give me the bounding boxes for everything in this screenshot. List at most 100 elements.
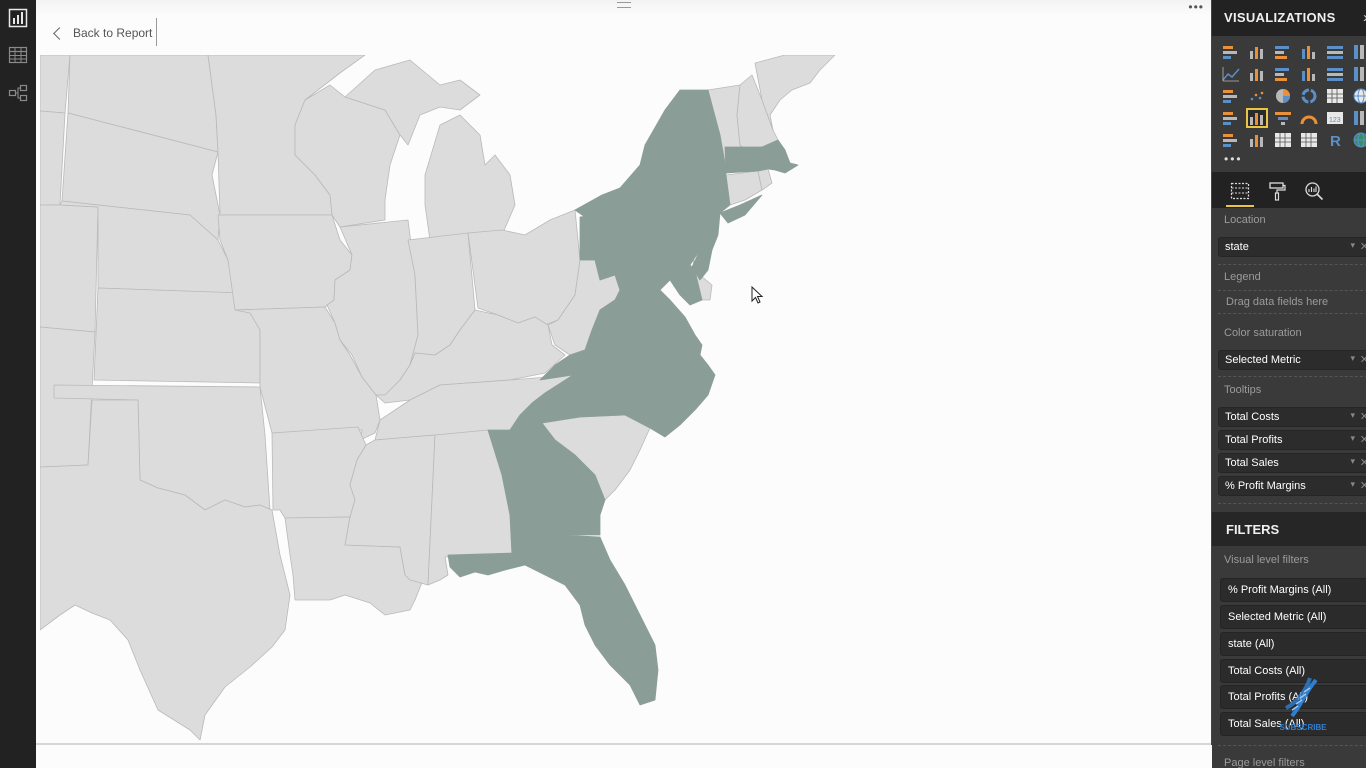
filter-card[interactable]: Selected Metric (All) — [1220, 605, 1366, 629]
card-icon[interactable]: 123 — [1325, 109, 1345, 127]
gauge-icon[interactable] — [1299, 109, 1319, 127]
filter-card[interactable]: % Profit Margins (All) — [1220, 578, 1366, 602]
stacked-bar-chart-icon[interactable] — [1221, 43, 1241, 61]
filter-card-label: state (All) — [1228, 638, 1275, 650]
dropdown-icon[interactable]: ▾ — [1350, 240, 1355, 251]
remove-field-icon[interactable]: ✕ — [1360, 479, 1366, 492]
remove-field-icon[interactable]: ✕ — [1360, 410, 1366, 423]
legend-drop-zone[interactable]: Drag data fields here — [1218, 290, 1366, 314]
filter-card[interactable]: Total Sales (All) — [1220, 712, 1366, 736]
state-wyoming[interactable] — [40, 110, 66, 206]
kpi-icon[interactable] — [1221, 131, 1241, 149]
100-stacked-bar-chart-icon-glyph — [1327, 46, 1343, 59]
line-and-clustered-column-icon[interactable] — [1325, 65, 1345, 83]
100-stacked-column-chart-icon[interactable] — [1351, 43, 1366, 61]
remove-field-icon[interactable]: ✕ — [1360, 456, 1366, 469]
remove-field-icon[interactable]: ✕ — [1360, 240, 1366, 253]
donut-chart-icon-glyph — [1301, 88, 1317, 104]
multi-row-card-icon[interactable] — [1351, 109, 1366, 127]
waterfall-chart-icon[interactable] — [1221, 87, 1241, 105]
filled-map-visual[interactable] — [40, 55, 1212, 745]
fields-tab[interactable] — [1226, 178, 1254, 207]
stacked-area-chart-icon[interactable] — [1273, 65, 1293, 83]
filter-card[interactable]: Total Profits (All) — [1220, 685, 1366, 709]
location-field-well[interactable]: state ▾ ✕ — [1218, 237, 1366, 257]
state-colorado[interactable] — [40, 204, 99, 333]
clustered-column-chart-icon-glyph — [1302, 46, 1315, 59]
funnel-icon[interactable] — [1273, 109, 1293, 127]
visual-level-filters-label: Visual level filters — [1224, 554, 1309, 566]
back-to-report-button[interactable]: Back to Report — [52, 22, 152, 44]
filled-map-icon-glyph — [1223, 112, 1237, 125]
state-michigan[interactable] — [424, 114, 516, 241]
shape-map-icon[interactable] — [1246, 108, 1268, 128]
clustered-bar-chart-icon[interactable] — [1273, 43, 1293, 61]
donut-chart-icon[interactable] — [1299, 87, 1319, 105]
filled-map-icon[interactable] — [1221, 109, 1241, 127]
area-chart-icon[interactable] — [1247, 65, 1267, 83]
svg-text:R: R — [1330, 133, 1341, 149]
table-icon[interactable] — [1273, 131, 1293, 149]
matrix-icon[interactable] — [1299, 131, 1319, 149]
line-and-stacked-column-icon[interactable] — [1299, 65, 1319, 83]
state-new-york[interactable] — [574, 89, 731, 218]
remove-field-icon[interactable]: ✕ — [1360, 433, 1366, 446]
more-options-button[interactable]: ••• — [1188, 0, 1204, 14]
clustered-column-chart-icon[interactable] — [1299, 43, 1319, 61]
dropdown-icon[interactable]: ▾ — [1350, 410, 1355, 421]
location-field-name: state — [1225, 241, 1249, 253]
filter-card[interactable]: Total Costs (All) — [1220, 659, 1366, 683]
stacked-bar-chart-icon-glyph — [1223, 46, 1237, 59]
color-saturation-field-well[interactable]: Selected Metric ▾ ✕ — [1218, 350, 1366, 370]
filters-title: FILTERS — [1226, 522, 1280, 537]
line-and-stacked-column-icon-glyph — [1302, 68, 1315, 81]
100-stacked-bar-chart-icon[interactable] — [1325, 43, 1345, 61]
resize-grip[interactable] — [617, 2, 631, 8]
filter-card-label: Total Profits (All) — [1228, 691, 1309, 703]
stacked-column-chart-icon-glyph — [1250, 47, 1263, 59]
globe-map-icon[interactable] — [1351, 131, 1366, 149]
r-script-icon-glyph: R — [1330, 133, 1341, 150]
scatter-chart-icon[interactable] — [1247, 87, 1267, 105]
format-tab[interactable] — [1263, 178, 1291, 204]
slicer-icon[interactable] — [1247, 131, 1267, 149]
remove-field-icon[interactable]: ✕ — [1360, 353, 1366, 366]
analytics-tab[interactable] — [1300, 178, 1328, 204]
state-iowa[interactable] — [217, 214, 353, 311]
treemap-icon[interactable] — [1325, 87, 1345, 105]
state-florida[interactable] — [447, 534, 659, 706]
us-states-map[interactable] — [40, 55, 1212, 745]
table-icon-glyph — [1275, 133, 1291, 147]
stacked-column-chart-icon[interactable] — [1247, 43, 1267, 61]
report-view-button[interactable] — [6, 6, 30, 30]
r-script-icon[interactable]: R — [1325, 131, 1345, 150]
multi-row-card-icon-glyph — [1354, 111, 1364, 125]
scatter-chart-icon-glyph — [1250, 91, 1264, 101]
relationships-view-button[interactable] — [6, 81, 30, 105]
table-icon — [8, 46, 28, 64]
data-view-button[interactable] — [6, 43, 30, 67]
tooltip-field-well[interactable]: % Profit Margins ▾ ✕ — [1218, 476, 1366, 496]
state-montana[interactable] — [40, 55, 71, 114]
dropdown-icon[interactable]: ▾ — [1350, 433, 1355, 444]
shape-map-icon-glyph — [1250, 113, 1263, 125]
treemap-icon-glyph — [1327, 89, 1343, 103]
dropdown-icon[interactable]: ▾ — [1350, 479, 1355, 490]
state-arkansas[interactable] — [271, 426, 367, 519]
paint-roller-icon — [1269, 182, 1286, 201]
dropdown-icon[interactable]: ▾ — [1350, 353, 1355, 364]
tooltip-field-well[interactable]: Total Costs ▾ ✕ — [1218, 407, 1366, 427]
tooltip-field-well[interactable]: Total Profits ▾ ✕ — [1218, 430, 1366, 450]
dropdown-icon[interactable]: ▾ — [1350, 456, 1355, 467]
more-visuals-button[interactable]: ••• — [1224, 152, 1243, 166]
line-chart-icon[interactable] — [1221, 65, 1241, 83]
pie-chart-icon[interactable] — [1273, 87, 1293, 105]
map-icon[interactable] — [1351, 87, 1366, 105]
filter-card[interactable]: state (All) — [1220, 632, 1366, 656]
legend-placeholder: Drag data fields here — [1226, 296, 1329, 308]
analytics-icon — [1305, 182, 1324, 201]
ribbon-chart-icon[interactable] — [1351, 65, 1366, 83]
tooltip-field-well[interactable]: Total Sales ▾ ✕ — [1218, 453, 1366, 473]
globe-map-icon-glyph — [1353, 132, 1366, 148]
page-level-filters-label: Page level filters — [1224, 757, 1305, 768]
